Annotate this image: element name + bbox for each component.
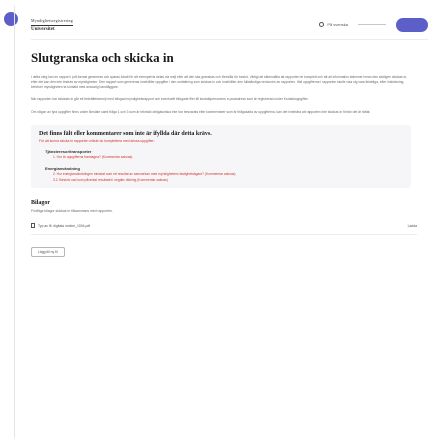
confirmation-paragraph: När rapporten har skickats in går ett be… (31, 97, 309, 102)
attachments-section: Bilagor Frivilliga bilagor skickas in ti… (31, 200, 428, 213)
group-title: Tjänsteresor/transporter (45, 148, 92, 154)
header-actions: På svenska (319, 17, 428, 32)
language-label: På svenska (327, 22, 348, 27)
globe-icon (319, 22, 325, 27)
brand-logo[interactable]: Myndighetsregistrering Universitet (31, 18, 73, 32)
account-button[interactable] (396, 17, 428, 32)
file-icon (31, 223, 35, 229)
requirements-paragraph: Om någon av fyra uppgifter finns under B… (31, 110, 371, 115)
missing-group-travel: Tjänsteresor/transporter 1. Hur är uppgi… (39, 149, 403, 160)
missing-field-link[interactable]: 1. Hur är uppgifterna framtagna? (Kommen… (39, 155, 403, 159)
alert-subtitle: För att kunna skicka in rapporten måste … (39, 138, 155, 143)
missing-fields-alert: Det finns fält eller kommentarer som int… (31, 124, 411, 189)
attachment-file-name: Typ av fil: digitala motion_1004.pdf (38, 223, 91, 228)
attachments-title: Bilagor (31, 200, 50, 207)
missing-field-link[interactable]: 2. Hur energianvändningen minskat som et… (39, 172, 403, 176)
missing-group-energy: Energianvändning 2. Hur energianvändning… (39, 166, 403, 182)
page-header: Myndighetsregistrering Universitet På sv… (31, 10, 428, 40)
alert-title: Det finns fält eller kommentarer som int… (39, 130, 212, 137)
header-divider (358, 24, 386, 25)
intro-paragraph: I detta steg kan en rapport i pdf-format… (31, 75, 408, 89)
add-file-button[interactable]: Lägg till ny fil (31, 247, 65, 258)
attachment-file[interactable]: Typ av fil: digitala motion_1004.pdf (31, 223, 91, 229)
missing-field-link[interactable]: 3.2. Beskriv vad som påverkat resultatet… (39, 178, 403, 182)
attachments-description: Frivilliga bilagor skickas in tillsamman… (31, 209, 113, 214)
language-selector[interactable]: På svenska (319, 22, 348, 27)
attachment-action[interactable]: Ladda (408, 224, 417, 228)
brand-line1: Myndighetsregistrering (31, 17, 73, 23)
brand-line2: Universitet (31, 24, 73, 32)
page-title: Slutgranska och skicka in (31, 50, 174, 65)
main-card: Myndighetsregistrering Universitet På sv… (14, 6, 440, 438)
attachment-row: Typ av fil: digitala motion_1004.pdf Lad… (31, 223, 417, 236)
group-title: Energianvändning (45, 165, 80, 171)
